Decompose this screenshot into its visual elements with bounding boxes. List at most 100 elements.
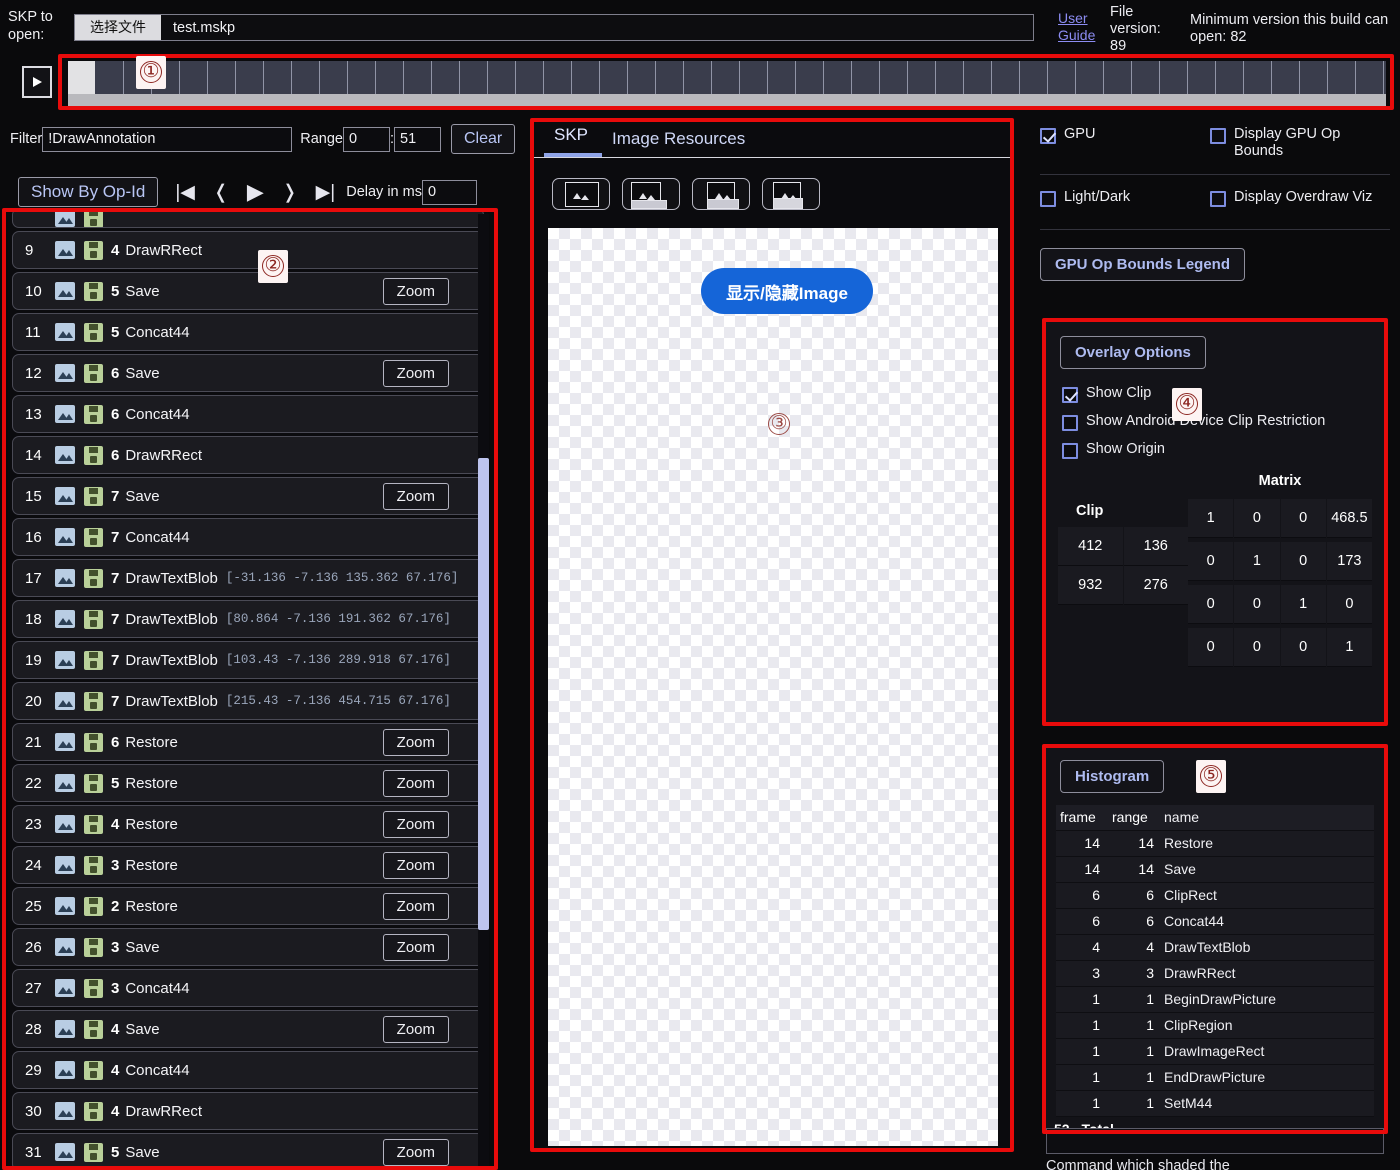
show-android-clip-checkbox[interactable] <box>1062 415 1078 431</box>
timeline-frame[interactable] <box>376 61 404 94</box>
op-zoom-button[interactable]: Zoom <box>383 934 449 961</box>
histogram-row[interactable]: 1414Save <box>1056 857 1374 883</box>
clear-button[interactable]: Clear <box>451 124 515 154</box>
op-row[interactable]: 167Concat44 <box>12 518 484 556</box>
timeline-frame[interactable] <box>1244 61 1272 94</box>
image-icon[interactable] <box>55 1102 75 1120</box>
op-row[interactable]: 126SaveZoom <box>12 354 484 392</box>
next-frame-icon[interactable]: ❭ <box>273 183 307 202</box>
op-row[interactable]: 105SaveZoom <box>12 272 484 310</box>
image-icon[interactable] <box>55 815 75 833</box>
timeline-frame[interactable] <box>908 61 936 94</box>
timeline-frame[interactable] <box>1188 61 1216 94</box>
timeline-frame[interactable] <box>348 61 376 94</box>
image-icon[interactable] <box>55 1143 75 1161</box>
image-icon[interactable] <box>55 979 75 997</box>
save-icon[interactable] <box>84 1143 103 1162</box>
image-icon[interactable] <box>55 446 75 464</box>
op-row[interactable]: 234RestoreZoom <box>12 805 484 843</box>
op-row[interactable]: 94DrawRRect <box>12 231 484 269</box>
timeline-frame[interactable] <box>1076 61 1104 94</box>
op-row[interactable]: 177DrawTextBlob[-31.136 -7.136 135.362 6… <box>12 559 484 597</box>
thumbnail-strip[interactable] <box>534 158 1012 222</box>
timeline-frame[interactable] <box>852 61 880 94</box>
histogram-row[interactable]: 11SetM44 <box>1056 1091 1374 1117</box>
op-row[interactable]: 216RestoreZoom <box>12 723 484 761</box>
timeline-frame[interactable] <box>684 61 712 94</box>
image-icon[interactable] <box>55 487 75 505</box>
prev-frame-icon[interactable]: ❬ <box>204 183 238 202</box>
op-row[interactable]: 304DrawRRect <box>12 1092 484 1130</box>
timeline-frame[interactable] <box>1020 61 1048 94</box>
op-list[interactable]: 94DrawRRect105SaveZoom115Concat44126Save… <box>8 212 488 1170</box>
save-icon[interactable] <box>84 651 103 670</box>
thumbnail-3[interactable] <box>692 178 750 210</box>
op-row[interactable]: 136Concat44 <box>12 395 484 433</box>
file-picker[interactable]: 选择文件 test.mskp <box>74 14 1034 41</box>
show-clip-cell[interactable]: Show Clip <box>1062 385 1384 403</box>
play-icon[interactable] <box>22 66 52 98</box>
save-icon[interactable] <box>84 938 103 957</box>
image-icon[interactable] <box>55 1020 75 1038</box>
save-icon[interactable] <box>84 446 103 465</box>
image-icon[interactable] <box>55 692 75 710</box>
skp-canvas[interactable]: 显示/隐藏Image <box>548 228 998 1146</box>
play-frame-icon[interactable]: ▶ <box>238 181 273 203</box>
op-row[interactable]: 263SaveZoom <box>12 928 484 966</box>
image-icon[interactable] <box>55 1061 75 1079</box>
tab-skp[interactable]: SKP <box>544 121 602 157</box>
histogram-row[interactable]: 11BeginDrawPicture <box>1056 987 1374 1013</box>
timeline-frame[interactable] <box>544 61 572 94</box>
save-icon[interactable] <box>84 569 103 588</box>
image-icon[interactable] <box>55 938 75 956</box>
filter-input[interactable] <box>42 127 292 152</box>
save-icon[interactable] <box>84 1020 103 1039</box>
show-origin-cell[interactable]: Show Origin <box>1062 441 1384 459</box>
save-icon[interactable] <box>84 405 103 424</box>
timeline-frame[interactable] <box>1216 61 1244 94</box>
delay-input[interactable] <box>422 180 477 205</box>
gpu-op-bounds-legend-button[interactable]: GPU Op Bounds Legend <box>1040 248 1245 281</box>
image-icon[interactable] <box>55 528 75 546</box>
save-icon[interactable] <box>84 979 103 998</box>
show-android-clip-cell[interactable]: Show Android Device Clip Restriction <box>1062 413 1384 431</box>
timeline-frame[interactable] <box>96 61 124 94</box>
save-icon[interactable] <box>84 1061 103 1080</box>
op-zoom-button[interactable]: Zoom <box>383 852 449 879</box>
histogram-row[interactable]: 44DrawTextBlob <box>1056 935 1374 961</box>
timeline-frame[interactable] <box>740 61 768 94</box>
gpu-checkbox[interactable] <box>1040 128 1056 144</box>
save-icon[interactable] <box>84 897 103 916</box>
timeline-frame[interactable] <box>768 61 796 94</box>
histogram-row[interactable]: 11DrawImageRect <box>1056 1039 1374 1065</box>
histogram-row[interactable]: 66ClipRect <box>1056 883 1374 909</box>
save-icon[interactable] <box>84 774 103 793</box>
image-icon[interactable] <box>55 733 75 751</box>
save-icon[interactable] <box>84 692 103 711</box>
save-icon[interactable] <box>84 282 103 301</box>
thumbnail-4[interactable] <box>762 178 820 210</box>
save-icon[interactable] <box>84 528 103 547</box>
op-zoom-button[interactable]: Zoom <box>383 1016 449 1043</box>
image-icon[interactable] <box>55 364 75 382</box>
op-zoom-button[interactable]: Zoom <box>383 278 449 305</box>
save-icon[interactable] <box>84 323 103 342</box>
histogram-row[interactable]: 33DrawRRect <box>1056 961 1374 987</box>
overlay-options-button[interactable]: Overlay Options <box>1060 336 1206 369</box>
op-zoom-button[interactable]: Zoom <box>383 770 449 797</box>
op-list-scrollbar-thumb[interactable] <box>478 458 489 930</box>
timeline-frame[interactable] <box>964 61 992 94</box>
timeline-frame[interactable] <box>460 61 488 94</box>
image-icon[interactable] <box>55 897 75 915</box>
show-clip-checkbox[interactable] <box>1062 387 1078 403</box>
op-row-partial[interactable] <box>12 212 484 228</box>
histogram-row[interactable]: 1414Restore <box>1056 831 1374 857</box>
save-icon[interactable] <box>84 1102 103 1121</box>
op-zoom-button[interactable]: Zoom <box>383 1139 449 1166</box>
footer-box[interactable] <box>1046 1128 1384 1154</box>
timeline-frame[interactable] <box>68 61 96 94</box>
op-row[interactable]: 207DrawTextBlob[215.43 -7.136 454.715 67… <box>12 682 484 720</box>
timeline-frame[interactable] <box>992 61 1020 94</box>
op-row[interactable]: 243RestoreZoom <box>12 846 484 884</box>
op-row[interactable]: 115Concat44 <box>12 313 484 351</box>
